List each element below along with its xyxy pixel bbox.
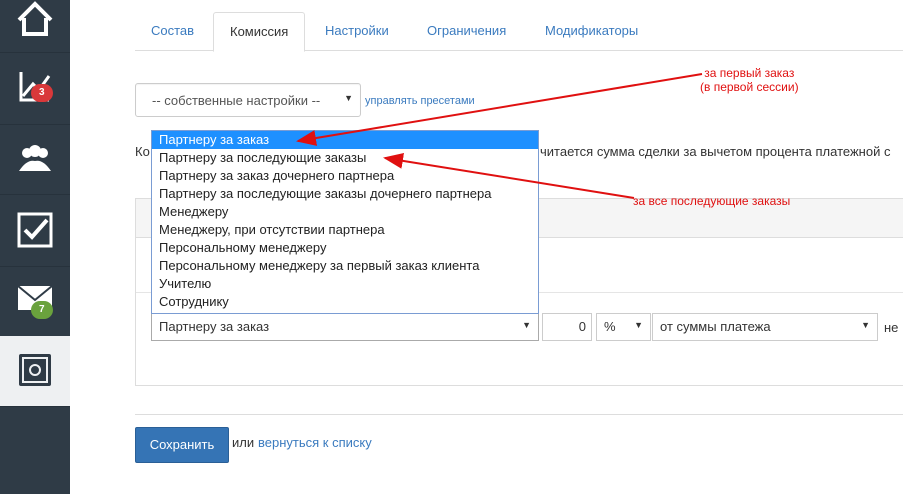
annotation-first-order-line1: за первый заказ	[704, 66, 795, 80]
annotation-subsequent-orders: за все последующие заказы	[633, 194, 791, 208]
arrow-to-first-order	[296, 73, 703, 146]
annotation-first-order: за первый заказ (в первой сессии)	[700, 66, 799, 94]
arrow-to-subsequent-orders	[383, 152, 635, 199]
annotation-first-order-line2: (в первой сессии)	[700, 80, 799, 94]
